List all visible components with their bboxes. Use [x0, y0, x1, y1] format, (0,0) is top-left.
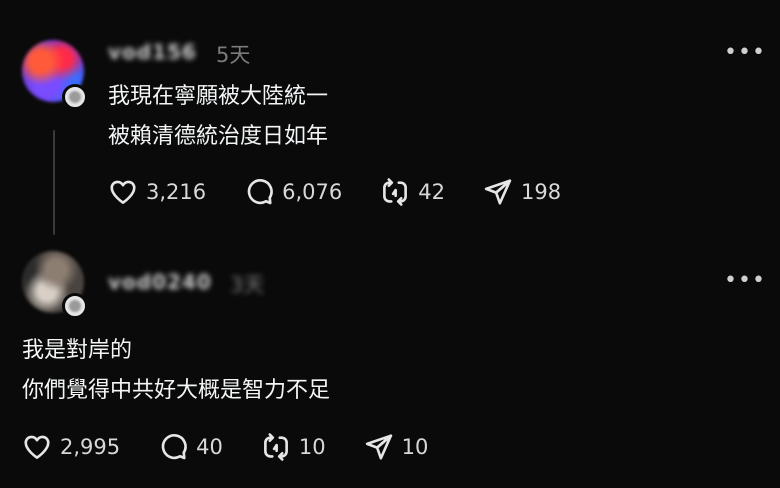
thread-line [53, 130, 55, 235]
verified-badge-icon [62, 84, 88, 110]
username[interactable]: vod0240 [108, 270, 212, 294]
heart-icon [110, 180, 136, 204]
comment-button[interactable]: 40 [158, 432, 223, 462]
comment-count: 6,076 [282, 180, 343, 204]
send-icon [484, 179, 512, 205]
like-count: 3,216 [146, 180, 207, 204]
repost-button[interactable]: 42 [380, 177, 445, 207]
share-button[interactable]: 10 [364, 432, 429, 462]
like-button[interactable]: 3,216 [108, 177, 206, 207]
like-button[interactable]: 2,995 [22, 432, 120, 462]
action-bar: 3,216 6,076 42 198 [108, 177, 599, 207]
post-time: 3天 [230, 273, 265, 297]
more-options-icon[interactable]: ••• [724, 40, 766, 65]
verified-badge-icon [62, 293, 88, 319]
post-text: 我現在寧願被大陸統一 被賴清德統治度日如年 [108, 77, 328, 157]
comment-count: 40 [196, 435, 223, 459]
post-time: 5天 [216, 43, 251, 67]
repost-button[interactable]: 10 [261, 432, 326, 462]
like-count: 2,995 [60, 435, 121, 459]
send-icon [365, 434, 392, 460]
post-text-line: 我現在寧願被大陸統一 [108, 84, 329, 109]
repost-count: 42 [418, 180, 445, 204]
post-text-line: 我是對岸的 [22, 338, 133, 363]
comment-button[interactable]: 6,076 [244, 177, 342, 207]
post-text-line: 你們覺得中共好大概是智力不足 [22, 378, 331, 403]
repost-icon [383, 178, 408, 206]
repost-count: 10 [298, 435, 326, 459]
comment-bubble-icon [247, 179, 273, 205]
share-count: 198 [520, 180, 562, 204]
post-text-line: 被賴清德統治度日如年 [108, 124, 329, 149]
more-options-icon[interactable]: ••• [724, 268, 766, 293]
comment-bubble-icon [161, 434, 187, 460]
username[interactable]: vod156 [108, 40, 197, 64]
action-bar: 2,995 40 10 10 [22, 432, 466, 462]
post-text: 我是對岸的 你們覺得中共好大概是智力不足 [22, 331, 330, 411]
share-count: 10 [401, 435, 429, 459]
share-button[interactable]: 198 [483, 177, 561, 207]
repost-icon [263, 433, 288, 461]
heart-icon [24, 435, 50, 459]
